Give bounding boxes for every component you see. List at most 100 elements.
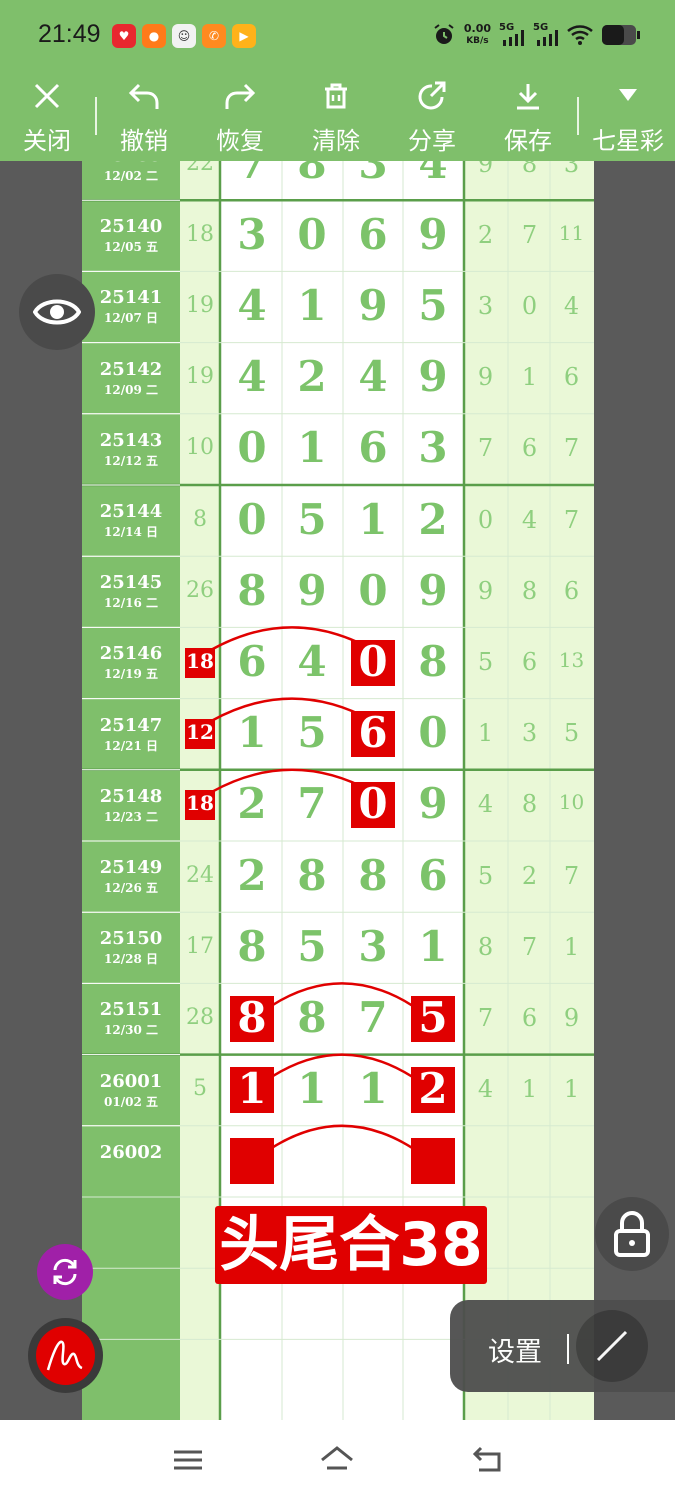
sum-value: 8 [193, 506, 207, 532]
status-time: 21:49 [38, 20, 101, 48]
issue-number: 25143 [99, 429, 163, 451]
sum-value: 17 [186, 933, 214, 959]
digit-cell: 3 [237, 209, 267, 259]
stat-value: 7 [521, 220, 538, 249]
settings-divider [567, 1334, 569, 1364]
share-button[interactable]: 分享 [397, 75, 467, 161]
issue-number: 25150 [99, 928, 163, 950]
annotation-banner: 头尾合38 [215, 1206, 487, 1284]
digit-cell: 6 [358, 209, 388, 259]
lottery-type-dropdown[interactable]: 七星彩 [588, 75, 668, 161]
close-button[interactable]: 关闭 [12, 75, 82, 161]
close-label: 关闭 [23, 127, 71, 155]
redo-icon [225, 83, 256, 109]
lock-button[interactable] [595, 1197, 669, 1271]
save-button[interactable]: 保存 [493, 75, 563, 161]
clear-button[interactable]: 清除 [301, 75, 371, 161]
issue-number: 25149 [99, 857, 163, 878]
digit-cell: 9 [418, 209, 448, 259]
undo-label: 撤销 [120, 127, 168, 155]
net-speed-unit: KB/s [466, 36, 489, 46]
signal-icon-1: 5G [499, 22, 525, 48]
sum-value: 22 [186, 161, 214, 176]
trash-icon [325, 83, 347, 109]
toggle-visibility-button[interactable] [19, 274, 95, 350]
issue-number: 25148 [99, 785, 163, 807]
digit-cell: 9 [358, 281, 388, 330]
stat-value: 3 [477, 292, 494, 320]
issue-date: 12/23 二 [104, 809, 158, 824]
digit-cell: 8 [358, 850, 388, 900]
digit-cell: 5 [297, 921, 327, 971]
digit-cell: 3 [418, 423, 448, 473]
battery-icon [602, 25, 640, 45]
stat-value: 10 [558, 790, 585, 815]
app-icon-orange-phone: ✆ [202, 24, 226, 48]
close-icon [34, 83, 60, 109]
settings-button[interactable]: 设置 [488, 1330, 542, 1369]
pen-tool-button[interactable] [28, 1318, 103, 1393]
sum-value: 5 [193, 1076, 207, 1102]
digit-cell: 4 [358, 352, 388, 402]
settings-panel: 设置 [450, 1300, 675, 1392]
issue-date: 12/05 五 [104, 240, 158, 255]
undo-button[interactable]: 撤销 [109, 75, 179, 161]
sum-value: 24 [186, 862, 214, 888]
stat-value: 1 [477, 719, 494, 748]
digit-cell: 1 [297, 281, 327, 330]
digit-cell: 0 [237, 494, 267, 544]
undo-icon [128, 83, 159, 109]
sync-button[interactable] [37, 1244, 93, 1300]
stat-value: 5 [477, 861, 494, 890]
issue-date: 12/12 五 [104, 453, 158, 468]
digit-cell: 4 [237, 352, 267, 402]
digit-cell: 3 [358, 161, 388, 188]
issue-number: 25139 [82, 161, 180, 166]
clear-label: 清除 [312, 127, 360, 155]
digit-cell: 9 [418, 779, 448, 829]
digit-cell: 4 [237, 281, 267, 330]
eye-icon [33, 299, 81, 325]
home-icon[interactable] [319, 1444, 355, 1476]
app-icon-red-heart: ♥ [112, 24, 136, 48]
lock-icon [614, 1211, 650, 1257]
redo-button[interactable]: 恢复 [205, 75, 275, 161]
digit-cell: 8 [418, 637, 448, 686]
digit-cell: 5 [418, 993, 448, 1042]
digit-cell: 0 [418, 708, 448, 758]
issue-number: 25144 [99, 501, 163, 522]
digit-cell: 6 [237, 637, 267, 686]
stat-value: 2 [477, 220, 494, 249]
digit-cell: 5 [297, 708, 327, 758]
issue-cell: 25140 12/05 五 [82, 216, 180, 255]
issue-number: 25147 [99, 714, 163, 736]
digit-cell: 2 [237, 779, 267, 829]
issue-cell: 26002 [82, 1142, 180, 1164]
stat-value: 6 [563, 576, 580, 605]
issue-date: 12/30 二 [104, 1023, 158, 1038]
sum-value: 19 [186, 293, 214, 318]
stat-value: 1 [521, 1075, 538, 1104]
menu-icon[interactable] [172, 1444, 204, 1476]
digit-cell: 0 [358, 565, 388, 615]
stat-value: 7 [477, 1004, 494, 1032]
digit-cell: 5 [418, 281, 448, 330]
back-icon[interactable] [471, 1444, 505, 1476]
digit-cell: 7 [358, 993, 388, 1042]
sync-icon [53, 1258, 77, 1286]
digit-cell: 4 [297, 637, 327, 686]
issue-cell: 25148 12/23 二 [82, 786, 180, 825]
digit-cell: 1 [358, 494, 388, 544]
toolbar: 关闭 撤销 恢复 清除 分享 保存 七星彩 [0, 75, 675, 161]
digit-cell: 9 [297, 565, 327, 615]
issue-cell: 25149 12/26 五 [82, 857, 180, 896]
issue-date: 12/28 日 [104, 952, 158, 967]
line-tool-button[interactable] [576, 1310, 648, 1382]
pen-scribble-icon [46, 1340, 83, 1371]
signal-icon-2: 5G [533, 22, 559, 48]
system-nav-bar [0, 1420, 675, 1500]
issue-cell: 25144 12/14 日 [82, 501, 180, 540]
sum-value: 19 [186, 364, 214, 390]
stat-value: 13 [558, 648, 585, 672]
issue-number: 25142 [99, 358, 163, 380]
